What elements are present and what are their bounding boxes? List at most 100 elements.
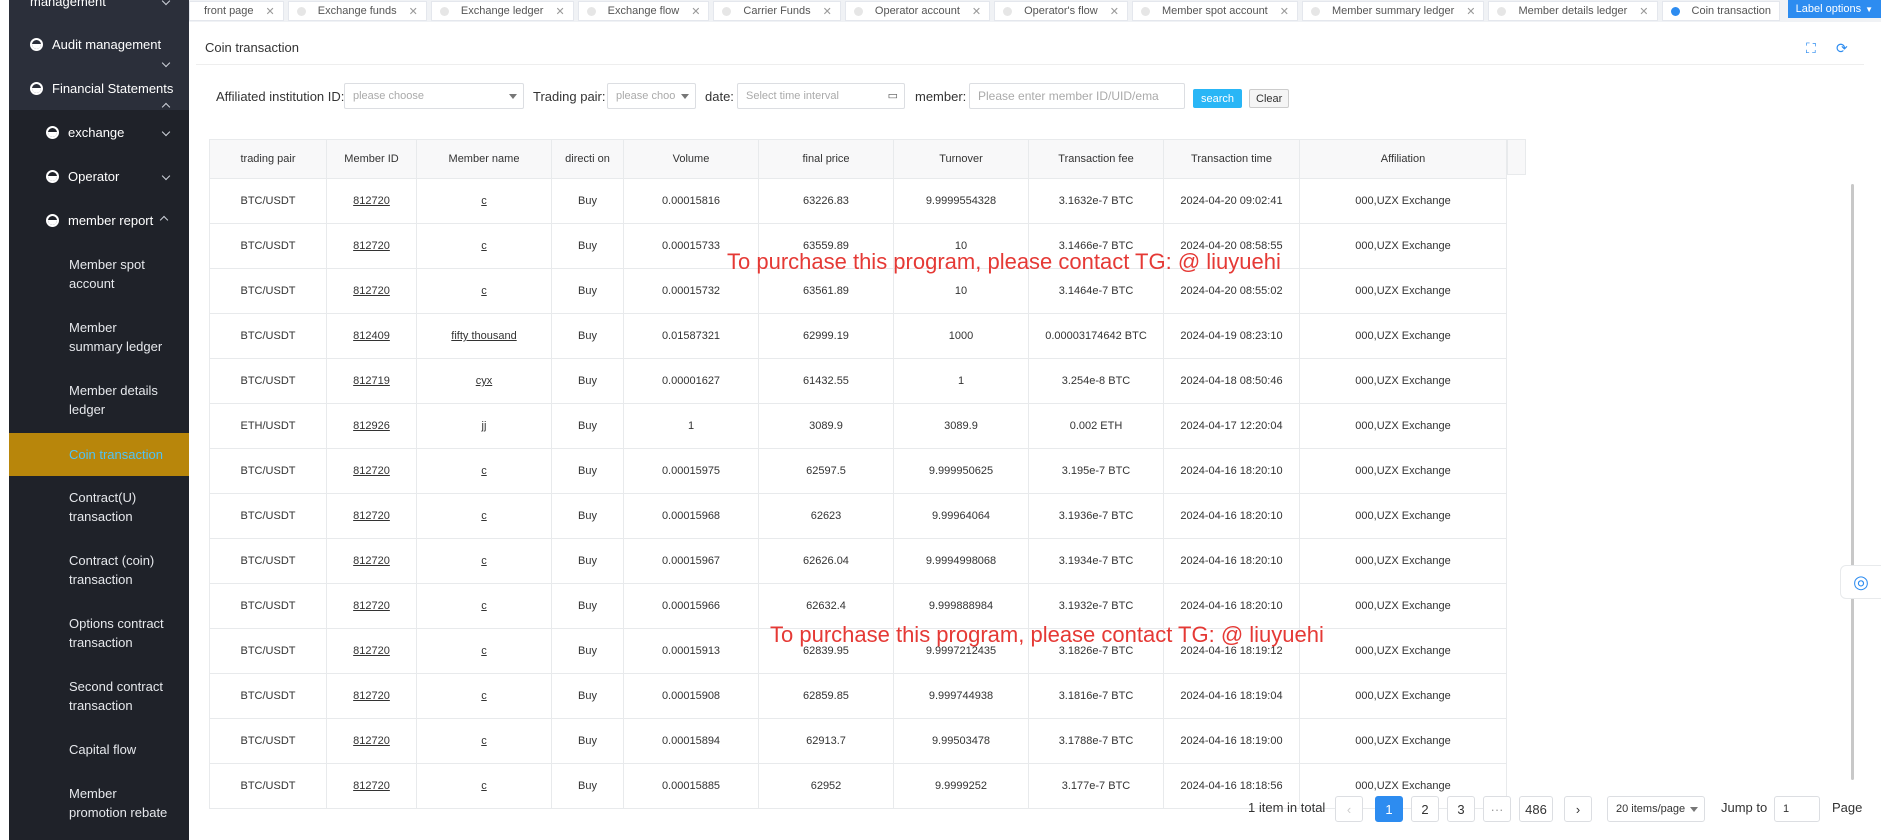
column-header[interactable]: Volume (623, 139, 759, 179)
support-float-icon[interactable]: ◎ (1840, 565, 1881, 599)
close-icon[interactable]: ✕ (409, 5, 418, 18)
column-header[interactable]: final price (758, 139, 894, 179)
close-icon[interactable]: ✕ (1110, 5, 1119, 18)
tab-operator-account[interactable]: Operator account ✕ (844, 1, 991, 21)
sidebar-leaf-contract-u-transaction[interactable]: Contract(U) transaction (9, 488, 189, 526)
table-cell[interactable]: 812720 (326, 493, 417, 539)
table-cell[interactable]: c (416, 493, 552, 539)
table-cell[interactable]: 812720 (326, 448, 417, 494)
close-icon[interactable]: ✕ (972, 5, 981, 18)
sidebar-leaf-contract-coin-transaction[interactable]: Contract (coin) transaction (9, 551, 189, 589)
page-button-2[interactable]: 2 (1411, 796, 1439, 822)
sidebar-item-audit-management[interactable]: Audit management (9, 22, 189, 66)
table-cell[interactable]: 812926 (326, 403, 417, 449)
tab-member-details-ledger[interactable]: Member details ledger ✕ (1488, 1, 1658, 21)
table-cell[interactable]: c (416, 628, 552, 674)
tab-member-spot-account[interactable]: Member spot account ✕ (1131, 1, 1298, 21)
close-icon[interactable]: ✕ (266, 5, 275, 18)
trading-pair-select[interactable]: please choo (607, 83, 696, 109)
table-cell[interactable]: 812720 (326, 628, 417, 674)
column-header[interactable]: trading pair (209, 139, 327, 179)
tab-carrier-funds[interactable]: Carrier Funds ✕ (713, 1, 841, 21)
sidebar-leaf-options-contract-transaction[interactable]: Options contract transaction (9, 614, 189, 652)
page-button-1[interactable]: 1 (1375, 796, 1403, 822)
sidebar-leaf-coin-transaction[interactable]: Coin transaction (9, 433, 189, 476)
tab-exchange-flow[interactable]: Exchange flow ✕ (577, 1, 710, 21)
close-icon[interactable]: ✕ (1466, 5, 1475, 18)
table-cell[interactable]: c (416, 718, 552, 764)
table-cell[interactable]: 812720 (326, 223, 417, 269)
column-header[interactable]: Member ID (326, 139, 417, 179)
close-icon[interactable]: ✕ (1280, 5, 1289, 18)
table-row[interactable]: ETH/USDT 812926 jj Buy 1 3089.9 3089.9 0.002 ET… (209, 403, 1507, 449)
table-cell[interactable]: c (416, 178, 552, 224)
table-cell[interactable]: c (416, 538, 552, 584)
page-ellipsis[interactable]: ··· (1483, 796, 1511, 822)
table-cell[interactable]: cyx (416, 358, 552, 404)
table-row[interactable]: BTC/USDT 812720 c Buy 0.00015732 63561.89 10 3.… (209, 268, 1507, 314)
tab-member-summary-ledger[interactable]: Member summary ledger ✕ (1301, 1, 1485, 21)
label-options-button[interactable]: Label options ▼ (1787, 0, 1881, 18)
sidebar-leaf-capital-flow[interactable]: Capital flow (9, 740, 189, 759)
column-header[interactable]: Affiliation (1299, 139, 1507, 179)
sidebar-item-member-report[interactable]: member report (9, 198, 189, 242)
page-button-last[interactable]: 486 (1519, 796, 1553, 822)
jump-page-input[interactable]: 1 (1774, 796, 1820, 822)
sidebar-item-management[interactable]: management (9, 0, 189, 16)
table-cell[interactable]: c (416, 448, 552, 494)
fullscreen-icon[interactable]: ⛶ (1806, 40, 1816, 57)
tab-exchange-ledger[interactable]: Exchange ledger ✕ (430, 1, 574, 21)
column-header[interactable]: Transaction fee (1028, 139, 1164, 179)
column-header[interactable]: Transaction time (1163, 139, 1300, 179)
table-cell[interactable]: 812720 (326, 268, 417, 314)
close-icon[interactable]: ✕ (1639, 5, 1648, 18)
member-search-input[interactable]: Please enter member ID/UID/ema (969, 83, 1185, 109)
sidebar-item-exchange[interactable]: exchange (9, 110, 189, 154)
tab-front-page[interactable]: front page ✕ (189, 1, 284, 21)
page-size-select[interactable]: 20 items/page (1607, 796, 1705, 822)
table-cell[interactable]: 812720 (326, 583, 417, 629)
tab-exchange-funds[interactable]: Exchange funds ✕ (287, 1, 427, 21)
table-cell[interactable]: 812720 (326, 763, 417, 809)
table-row[interactable]: BTC/USDT 812409 fifty thousand Buy 0.0158732… (209, 313, 1507, 359)
sidebar-item-operator[interactable]: Operator (9, 154, 189, 198)
table-scrollbar[interactable] (1851, 184, 1854, 780)
table-row[interactable]: BTC/USDT 812720 c Buy 0.00015816 63226.83 9.99… (209, 178, 1507, 224)
table-row[interactable]: BTC/USDT 812720 c Buy 0.00015908 62859.85 9.99… (209, 673, 1507, 719)
table-cell[interactable]: jj (416, 403, 552, 449)
clear-button[interactable]: Clear (1249, 89, 1290, 108)
search-button[interactable]: search (1193, 89, 1243, 108)
close-icon[interactable]: ✕ (691, 5, 700, 18)
page-button-3[interactable]: 3 (1447, 796, 1475, 822)
table-row[interactable]: BTC/USDT 812719 cyx Buy 0.00001627 61432.55 1 3… (209, 358, 1507, 404)
table-cell[interactable]: 812720 (326, 178, 417, 224)
sidebar-leaf-member-promotion-rebate[interactable]: Member promotion rebate (9, 784, 189, 822)
column-header[interactable]: Member name (416, 139, 552, 179)
sidebar-item-financial-statements[interactable]: Financial Statements (9, 66, 189, 110)
table-row[interactable]: BTC/USDT 812720 c Buy 0.00015967 62626.04 9.99… (209, 538, 1507, 584)
table-cell[interactable]: 812720 (326, 673, 417, 719)
institution-select[interactable]: please choose (344, 83, 524, 109)
tab-coin-transaction[interactable]: Coin transaction (1661, 1, 1781, 21)
sidebar-leaf-member-details-ledger[interactable]: Member details ledger (9, 381, 189, 419)
close-icon[interactable]: ✕ (555, 5, 564, 18)
next-page-button[interactable]: › (1564, 796, 1592, 822)
close-icon[interactable]: ✕ (823, 5, 832, 18)
prev-page-button[interactable]: ‹ (1335, 796, 1363, 822)
table-cell[interactable]: 812719 (326, 358, 417, 404)
table-cell[interactable]: fifty thousand (416, 313, 552, 359)
date-range-input[interactable]: Select time interval ▭ (737, 83, 905, 109)
table-cell[interactable]: c (416, 268, 552, 314)
sidebar-leaf-second-contract-transaction[interactable]: Second contract transaction (9, 677, 189, 715)
table-cell[interactable]: c (416, 223, 552, 269)
table-cell[interactable]: c (416, 763, 552, 809)
table-row[interactable]: BTC/USDT 812720 c Buy 0.00015975 62597.5 9.999… (209, 448, 1507, 494)
table-cell[interactable]: c (416, 583, 552, 629)
refresh-icon[interactable]: ⟳ (1836, 40, 1848, 57)
table-cell[interactable]: 812409 (326, 313, 417, 359)
table-cell[interactable]: 812720 (326, 718, 417, 764)
table-cell[interactable]: c (416, 673, 552, 719)
tab-operators-flow[interactable]: Operator's flow ✕ (994, 1, 1128, 21)
column-header[interactable]: directi on (551, 139, 624, 179)
table-row[interactable]: BTC/USDT 812720 c Buy 0.00015968 62623 9.99964… (209, 493, 1507, 539)
